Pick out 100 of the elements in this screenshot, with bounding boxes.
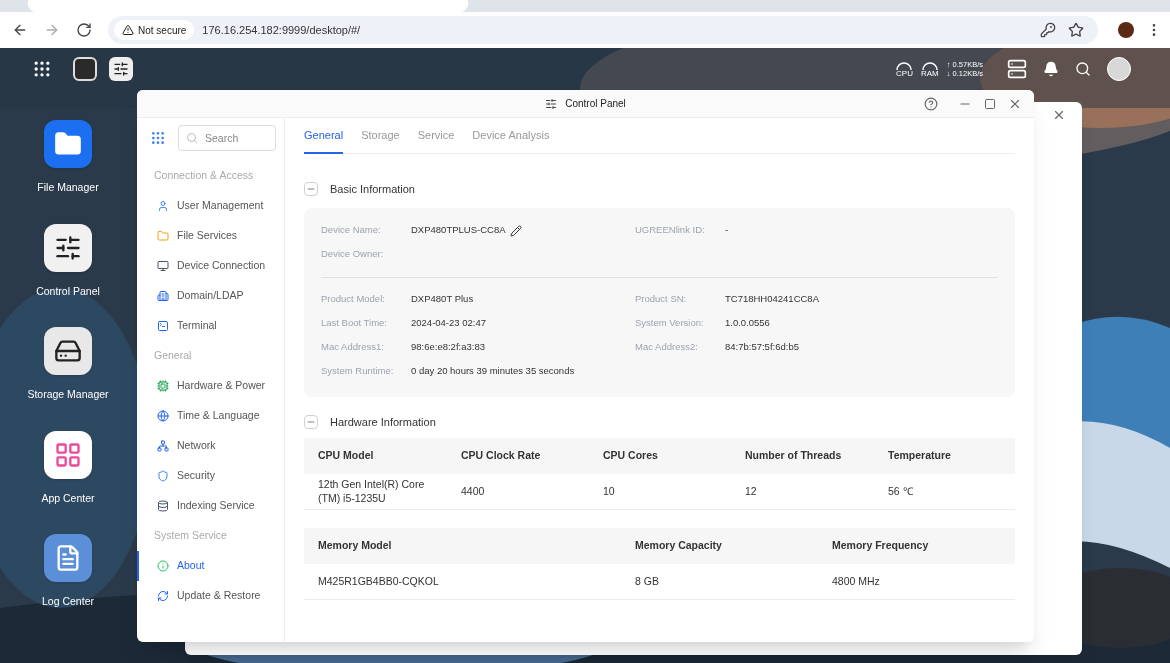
profile-avatar[interactable] xyxy=(1118,22,1134,38)
search-icon[interactable] xyxy=(1075,61,1091,77)
folder-icon xyxy=(44,120,92,168)
warning-icon xyxy=(122,24,134,36)
star-icon[interactable] xyxy=(1068,22,1084,38)
table-cell-text: 12th Gen Intel(R) Core (TM) i5-1235U xyxy=(318,478,426,505)
table-cell: 12 xyxy=(745,484,757,499)
tab[interactable]: General xyxy=(304,118,344,154)
collapse-toggle[interactable] xyxy=(304,414,318,429)
user-icon xyxy=(157,200,169,212)
table-cell: 10 xyxy=(603,484,615,499)
sidebar-heading: Connection & Access xyxy=(154,168,254,184)
sidebar-item[interactable]: Device Connection xyxy=(137,251,284,281)
field-label: Mac Address1: xyxy=(321,340,385,355)
sidebar-item[interactable]: Network xyxy=(137,431,284,461)
app-grid-icon xyxy=(44,430,92,479)
field-value: 1.0.0.0556 xyxy=(725,316,770,331)
desktop-icon-label[interactable]: Control Panel xyxy=(36,285,100,296)
info-icon xyxy=(157,560,169,572)
table-cell: M425R1GB4BB0-CQKOL xyxy=(318,574,439,589)
domain-icon xyxy=(157,290,169,302)
search-field[interactable]: Search xyxy=(178,125,276,151)
sidebar-item[interactable]: Time & Language xyxy=(137,401,284,431)
sidebar-item[interactable]: Indexing Service xyxy=(137,491,284,521)
field-label: System Runtime: xyxy=(321,364,395,379)
notification-icon[interactable] xyxy=(1043,61,1059,77)
grid-icon[interactable] xyxy=(150,130,166,146)
sidebar-item[interactable]: User Management xyxy=(137,191,284,221)
field-value: 98:6e:e8:2f:a3:83 xyxy=(411,340,485,355)
collapse-toggle[interactable] xyxy=(304,182,318,197)
gauge-icon xyxy=(921,60,938,70)
security-chip[interactable]: Not secure xyxy=(114,20,195,40)
desktop-icon-label[interactable]: Storage Manager xyxy=(27,389,109,400)
update-icon xyxy=(157,590,169,602)
sidebar-heading: General xyxy=(154,348,192,364)
key-icon[interactable] xyxy=(1040,22,1056,38)
sidebar-item[interactable]: File Services xyxy=(137,221,284,251)
field-label: Device Owner: xyxy=(321,247,385,262)
field-label: Mac Address2: xyxy=(635,340,699,355)
sidebar-item[interactable]: Terminal xyxy=(137,311,284,341)
field-label: Product SN: xyxy=(635,292,688,307)
column-header: CPU Model xyxy=(318,448,375,464)
section-title: Hardware Information xyxy=(330,414,436,430)
reload-icon[interactable] xyxy=(76,22,92,38)
field-value: 2024-04-23 02:47 xyxy=(411,316,486,331)
index-icon xyxy=(157,500,169,512)
field-value: - xyxy=(725,223,729,238)
column-header: Memory Model xyxy=(318,538,393,554)
field-value: TC718HH04241CC8A xyxy=(725,292,819,307)
column-header: Memory Frequency xyxy=(832,538,930,554)
window-title: Control Panel xyxy=(565,97,626,111)
field-value: DXP480T Plus xyxy=(411,292,474,307)
sidebar-item[interactable]: Security xyxy=(137,461,284,491)
sidebar-item[interactable]: About xyxy=(137,551,284,581)
help-icon[interactable] xyxy=(924,96,938,111)
server-icon[interactable] xyxy=(1007,59,1027,79)
field-label: Device Name: xyxy=(321,223,382,238)
desktop-icon-label[interactable]: File Manager xyxy=(37,182,99,193)
gauge-label: RAM xyxy=(920,69,939,78)
column-header: Memory Capacity xyxy=(635,538,723,554)
gauge-label: CPU xyxy=(896,69,913,78)
hardware-icon xyxy=(157,380,169,392)
desktop-icon-label[interactable]: App Center xyxy=(41,492,95,503)
table-cell: 4400 xyxy=(461,484,485,499)
table-cell: 56 ℃ xyxy=(888,484,913,499)
column-header: Temperature xyxy=(888,448,952,464)
storage-taskbar-icon[interactable] xyxy=(73,57,97,81)
globe-icon xyxy=(157,410,169,422)
column-header: CPU Cores xyxy=(603,448,659,464)
gauge-icon xyxy=(896,60,913,70)
field-label: System Version: xyxy=(635,316,705,331)
sidebar-item[interactable]: Domain/LDAP xyxy=(137,281,284,311)
field-label: Last Boot Time: xyxy=(321,316,388,331)
desktop-icon-label[interactable]: Log Center xyxy=(42,596,94,607)
field-label: UGREENlink ID: xyxy=(635,223,706,238)
sidebar-item[interactable]: Hardware & Power xyxy=(137,371,284,401)
field-label: Product Model: xyxy=(321,292,386,307)
document-icon xyxy=(44,534,92,582)
back-icon[interactable] xyxy=(12,22,28,38)
device-icon xyxy=(157,260,169,272)
folder-icon xyxy=(157,230,169,242)
sliders-taskbar-icon[interactable] xyxy=(109,57,133,81)
sidebar-item[interactable]: Update & Restore xyxy=(137,581,284,611)
close-icon[interactable] xyxy=(1052,108,1066,122)
section-title: Basic Information xyxy=(330,182,415,197)
field-value: DXP480TPLUS-CC8A xyxy=(411,223,506,238)
column-header: CPU Clock Rate xyxy=(461,448,542,464)
table-cell: 8 GB xyxy=(635,574,659,589)
shield-icon xyxy=(157,470,169,482)
terminal-icon xyxy=(157,320,169,332)
edit-icon[interactable] xyxy=(509,224,522,237)
sliders-icon xyxy=(545,97,558,110)
maximize-icon[interactable] xyxy=(984,97,996,110)
app-menu-icon[interactable] xyxy=(32,59,52,79)
sidebar-heading: System Service xyxy=(154,528,227,544)
address-bar[interactable]: Not secure 176.16.254.182:9999/desktop/#/ xyxy=(108,16,1098,44)
search-icon xyxy=(186,132,198,144)
storage-icon xyxy=(44,327,92,375)
column-header: Number of Threads xyxy=(745,448,843,464)
field-value: 84:7b:57:5f:6d:b5 xyxy=(725,340,799,355)
